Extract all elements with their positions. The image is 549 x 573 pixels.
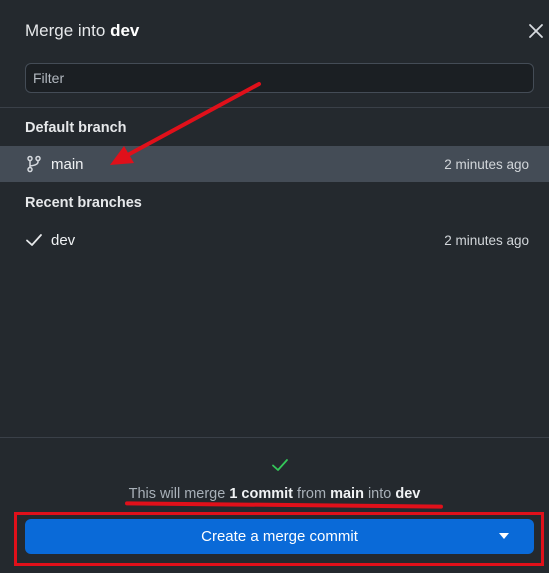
dialog-header: Merge into dev bbox=[0, 0, 549, 108]
dropdown-caret-icon[interactable] bbox=[499, 533, 509, 539]
close-icon[interactable] bbox=[525, 20, 547, 42]
summary-text: This will merge bbox=[128, 486, 226, 502]
summary-target-branch: dev bbox=[395, 486, 421, 502]
merge-summary: This will merge 1 commit from main into … bbox=[0, 486, 549, 502]
summary-source-branch: main bbox=[330, 486, 364, 502]
merge-dialog: Merge into dev Default branch main 2 min… bbox=[0, 0, 549, 573]
create-merge-commit-button[interactable]: Create a merge commit bbox=[25, 519, 534, 554]
branch-time: 2 minutes ago bbox=[444, 157, 529, 172]
default-branch-heading: Default branch bbox=[25, 120, 127, 136]
branch-name: main bbox=[51, 156, 84, 173]
branch-time: 2 minutes ago bbox=[444, 233, 529, 248]
summary-text: from bbox=[297, 486, 327, 502]
merge-button-label: Create a merge commit bbox=[201, 528, 358, 545]
branch-item-dev[interactable]: dev 2 minutes ago bbox=[0, 222, 549, 258]
success-check-icon bbox=[272, 459, 288, 471]
branch-item-main[interactable]: main 2 minutes ago bbox=[0, 146, 549, 182]
recent-branches-heading: Recent branches bbox=[25, 195, 142, 211]
dialog-title: Merge into dev bbox=[25, 21, 139, 41]
branch-name: dev bbox=[51, 232, 76, 249]
title-branch: dev bbox=[110, 21, 140, 40]
summary-text: into bbox=[367, 486, 392, 502]
summary-commit-count: 1 commit bbox=[229, 486, 294, 502]
branch-icon bbox=[27, 155, 41, 173]
filter-input[interactable] bbox=[25, 63, 534, 93]
checkmark-icon bbox=[26, 234, 42, 246]
title-prefix: Merge into bbox=[25, 21, 106, 40]
